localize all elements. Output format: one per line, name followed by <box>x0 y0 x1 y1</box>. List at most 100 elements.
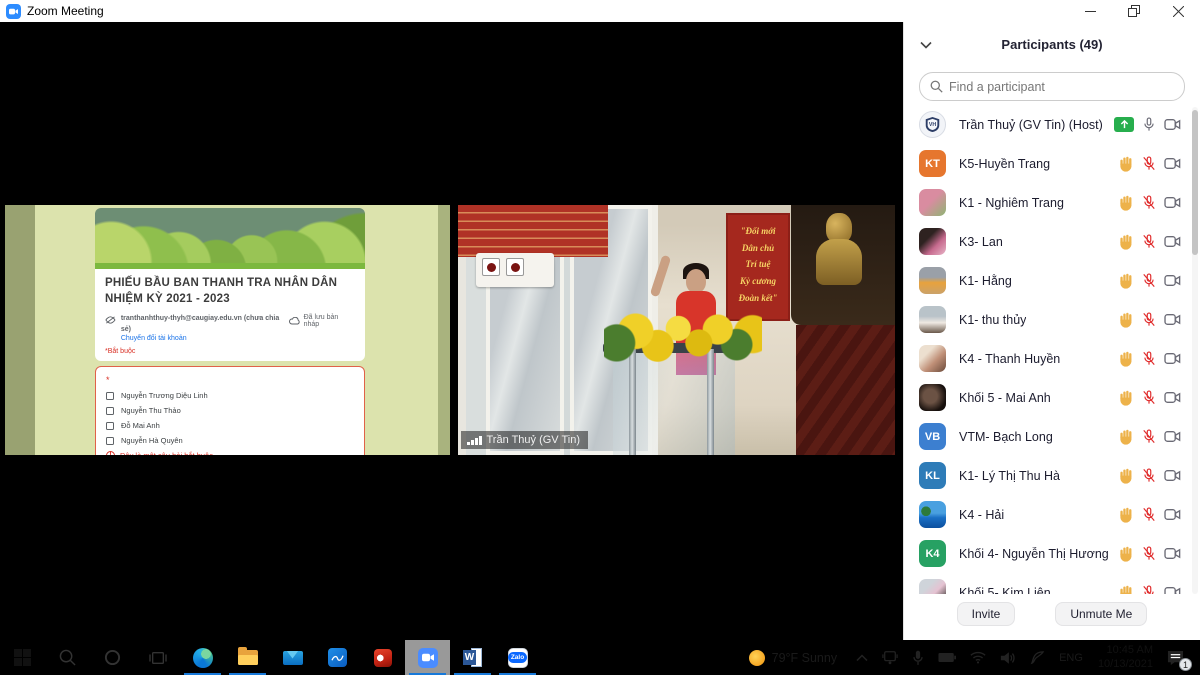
checkbox-option[interactable]: Đỗ Mai Anh <box>106 421 354 430</box>
participant-row[interactable]: K4 - Thanh Huyền <box>904 339 1200 378</box>
taskbar-zoom-icon[interactable] <box>405 640 450 675</box>
camera-icon[interactable] <box>1164 469 1181 482</box>
error-message: Đây là một câu hỏi bắt buộc <box>120 451 213 455</box>
checkbox-option[interactable]: Nguyễn Hà Quyên <box>106 436 354 445</box>
participant-name: Khối 4- Nguyễn Thị Hương <box>959 547 1109 561</box>
camera-icon[interactable] <box>1164 274 1181 287</box>
mic-muted-icon[interactable] <box>1142 468 1156 483</box>
cloud-icon <box>289 317 301 325</box>
checkbox[interactable] <box>106 422 114 430</box>
tray-cast-icon[interactable] <box>875 640 905 675</box>
participant-row[interactable]: K1 - Nghiêm Trang <box>904 183 1200 222</box>
camera-icon[interactable] <box>1164 391 1181 404</box>
mic-muted-icon[interactable] <box>1142 195 1156 210</box>
participant-row[interactable]: Khối 5- Kim Liên <box>904 573 1200 594</box>
mic-muted-icon[interactable] <box>1142 273 1156 288</box>
participant-name: Trần Thuỷ (GV Tin) (Host) <box>959 118 1103 132</box>
taskbar-word-icon[interactable]: W <box>450 640 495 675</box>
tray-chevron-icon[interactable] <box>849 640 875 675</box>
participant-row[interactable]: KL K1- Lý Thị Thu Hà <box>904 456 1200 495</box>
participant-name: K1- Hằng <box>959 274 1012 288</box>
participant-row[interactable]: K4 - Hải <box>904 495 1200 534</box>
participant-row[interactable]: VB VTM- Bạch Long <box>904 417 1200 456</box>
mic-icon[interactable] <box>1142 117 1156 132</box>
draft-saved-label: Đã lưu bản nháp <box>304 314 355 328</box>
mic-muted-icon[interactable] <box>1142 585 1156 594</box>
camera-icon[interactable] <box>1164 430 1181 443</box>
language-indicator[interactable]: ENG <box>1052 640 1090 675</box>
close-button[interactable] <box>1156 0 1200 22</box>
tray-speaker-icon[interactable] <box>993 640 1023 675</box>
taskbar-office-icon[interactable] <box>360 640 405 675</box>
mic-muted-icon[interactable] <box>1142 351 1156 366</box>
option-label: Nguyễn Trương Diệu Linh <box>121 391 208 400</box>
checkbox-option[interactable]: Nguyễn Thu Thảo <box>106 406 354 415</box>
checkbox[interactable] <box>106 407 114 415</box>
raised-hand-icon <box>1119 507 1134 523</box>
collapse-chevron-icon[interactable] <box>920 36 932 54</box>
error-icon: ! <box>106 451 115 455</box>
camera-icon[interactable] <box>1164 157 1181 170</box>
participants-scrollbar[interactable] <box>1192 107 1198 594</box>
eye-off-icon <box>105 316 116 324</box>
tray-wifi-icon[interactable] <box>963 640 993 675</box>
taskbar-zalo-icon[interactable]: Zalo <box>495 640 540 675</box>
taskbar-mail-icon[interactable] <box>270 640 315 675</box>
checkbox[interactable] <box>106 392 114 400</box>
participant-row[interactable]: K4 Khối 4- Nguyễn Thị Hương <box>904 534 1200 573</box>
participant-name: K1 - Nghiêm Trang <box>959 196 1064 210</box>
participant-row[interactable]: K3- Lan <box>904 222 1200 261</box>
taskbar-weather[interactable]: 79°F Sunny <box>737 650 849 666</box>
raised-hand-icon <box>1119 156 1134 172</box>
form-account-email: tranthanhthuy-thyh@caugiay.edu.vn (chưa … <box>121 314 289 335</box>
mic-muted-icon[interactable] <box>1142 429 1156 444</box>
camera-icon[interactable] <box>1164 313 1181 326</box>
raised-hand-icon <box>1119 351 1134 367</box>
mic-muted-icon[interactable] <box>1142 546 1156 561</box>
unmute-me-button[interactable]: Unmute Me <box>1055 602 1147 626</box>
signal-bars-icon <box>467 436 482 445</box>
mic-muted-icon[interactable] <box>1142 234 1156 249</box>
participant-row[interactable]: KT K5-Huyền Trang <box>904 144 1200 183</box>
camera-icon[interactable] <box>1164 586 1181 594</box>
participant-avatar: KL <box>919 462 946 489</box>
switch-account-link[interactable]: Chuyển đổi tài khoản <box>121 335 289 342</box>
tray-pen-icon[interactable] <box>1023 640 1052 675</box>
camera-icon[interactable] <box>1164 352 1181 365</box>
mic-muted-icon[interactable] <box>1142 156 1156 171</box>
restore-button[interactable] <box>1112 0 1156 22</box>
checkbox-option[interactable]: Nguyễn Trương Diệu Linh <box>106 391 354 400</box>
camera-icon[interactable] <box>1164 118 1181 131</box>
weather-label: 79°F Sunny <box>772 651 837 665</box>
checkbox[interactable] <box>106 437 114 445</box>
participant-name: K3- Lan <box>959 235 1003 249</box>
participant-row[interactable]: Khối 5 - Mai Anh <box>904 378 1200 417</box>
tray-battery-icon[interactable] <box>931 640 963 675</box>
camera-icon[interactable] <box>1164 196 1181 209</box>
task-view-icon[interactable] <box>135 640 180 675</box>
yellow-flower-arrangement <box>604 311 762 369</box>
mic-muted-icon[interactable] <box>1142 390 1156 405</box>
mic-muted-icon[interactable] <box>1142 312 1156 327</box>
taskbar-whiteboard-icon[interactable] <box>315 640 360 675</box>
invite-button[interactable]: Invite <box>957 602 1016 626</box>
find-participant-input[interactable]: Find a participant <box>919 72 1185 101</box>
participant-row[interactable]: K1- Hằng <box>904 261 1200 300</box>
minimize-button[interactable] <box>1068 0 1112 22</box>
tray-mic-icon[interactable] <box>905 640 931 675</box>
action-center-icon[interactable]: 1 <box>1161 640 1196 675</box>
participant-name: VTM- Bạch Long <box>959 430 1053 444</box>
taskbar-clock[interactable]: 10:45 AM 10/13/2021 <box>1090 644 1161 672</box>
participant-row[interactable]: K1- thu thủy <box>904 300 1200 339</box>
taskbar-search-icon[interactable] <box>45 640 90 675</box>
taskbar-edge-icon[interactable] <box>180 640 225 675</box>
camera-icon[interactable] <box>1164 235 1181 248</box>
title-bar: Zoom Meeting <box>0 0 1200 22</box>
cortana-icon[interactable] <box>90 640 135 675</box>
taskbar-file-explorer-icon[interactable] <box>225 640 270 675</box>
start-button[interactable] <box>0 640 45 675</box>
mic-muted-icon[interactable] <box>1142 507 1156 522</box>
camera-icon[interactable] <box>1164 547 1181 560</box>
participant-row[interactable]: VH Trần Thuỷ (GV Tin) (Host) <box>904 105 1200 144</box>
camera-icon[interactable] <box>1164 508 1181 521</box>
